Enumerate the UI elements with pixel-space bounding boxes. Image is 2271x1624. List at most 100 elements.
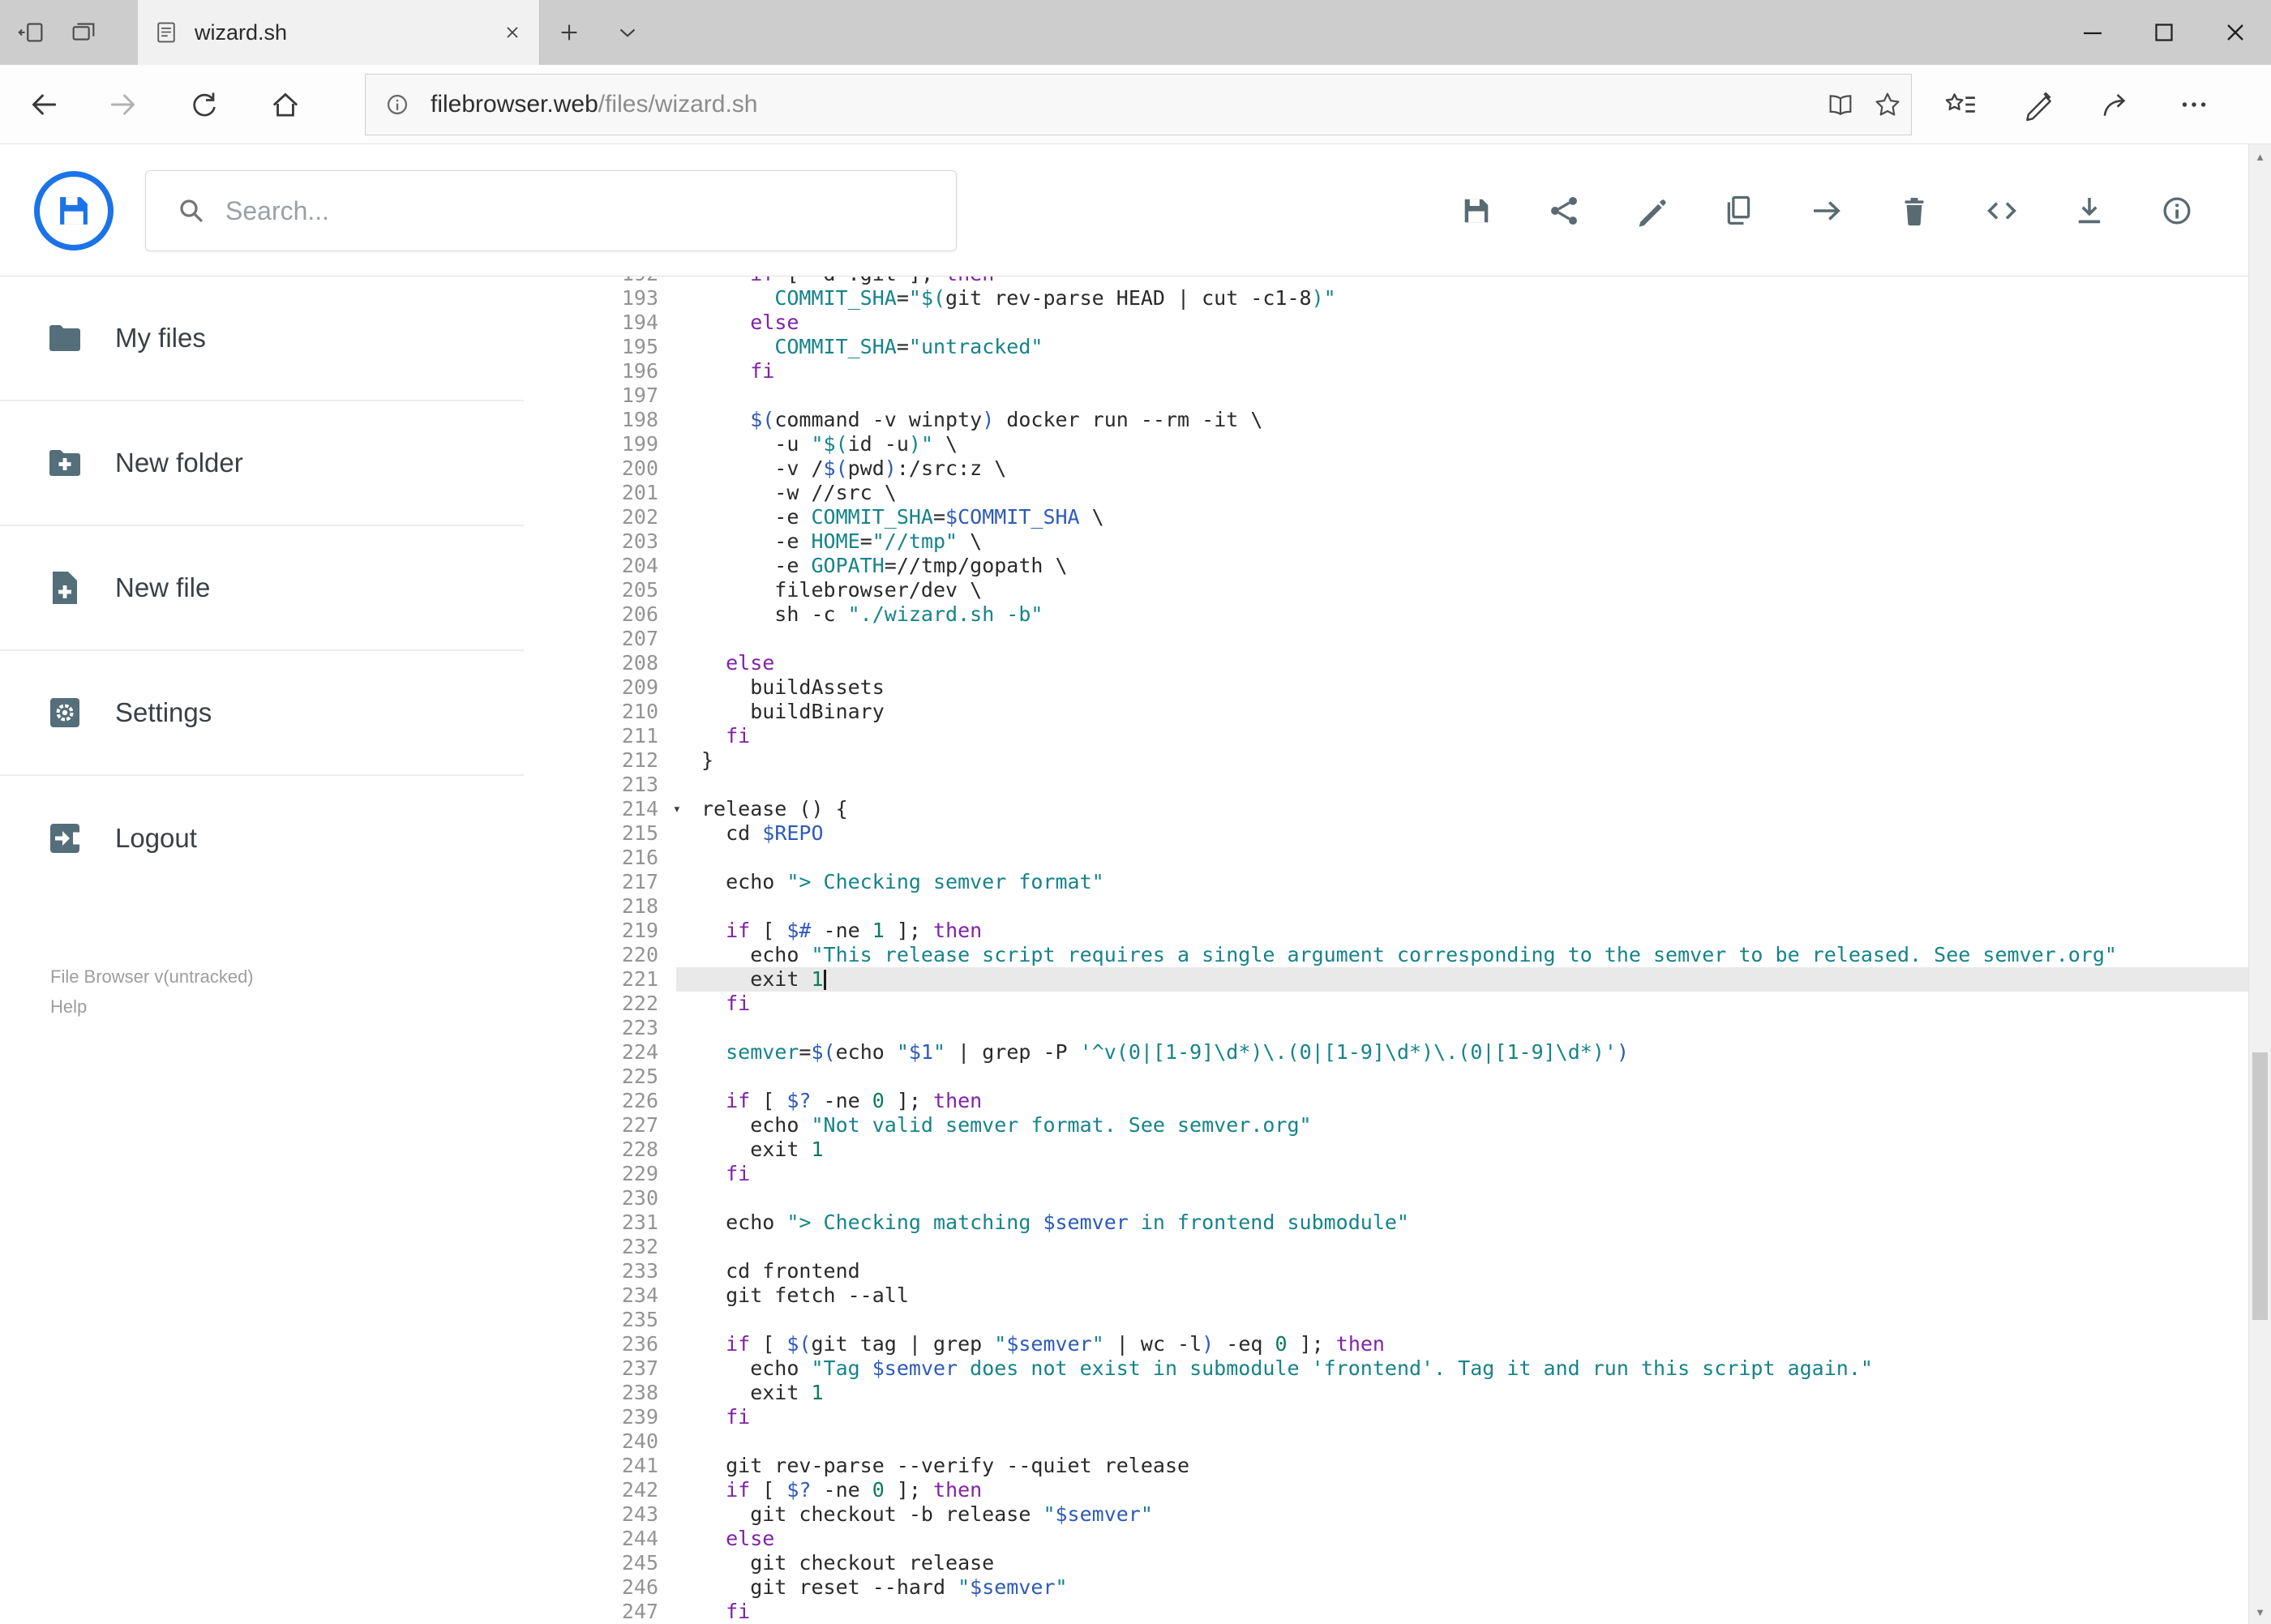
code-line-198[interactable]: $(command -v winpty) docker run --rm -it… xyxy=(676,408,2248,432)
share-page-icon[interactable] xyxy=(2087,75,2145,134)
code-line-225[interactable] xyxy=(676,1065,2248,1089)
code-line-229[interactable]: fi xyxy=(676,1162,2248,1186)
code-editor[interactable]: 1921931941951961971981992002012022032042… xyxy=(524,276,2248,1624)
code-line-231[interactable]: echo "> Checking matching $semver in fro… xyxy=(676,1211,2248,1235)
refresh-button[interactable] xyxy=(174,76,231,133)
scroll-down-arrow[interactable]: ▼ xyxy=(2249,1600,2271,1624)
code-line-203[interactable]: -e HOME="//tmp" \ xyxy=(676,529,2248,554)
search-bar[interactable] xyxy=(145,170,957,251)
code-line-199[interactable]: -u "$(id -u)" \ xyxy=(676,432,2248,456)
annotate-pen-icon[interactable] xyxy=(2009,75,2067,134)
code-line-213[interactable] xyxy=(676,773,2248,797)
reading-view-icon[interactable] xyxy=(1817,89,1864,120)
page-scrollbar[interactable]: ▲ ▼ xyxy=(2248,144,2271,1624)
code-line-208[interactable]: else xyxy=(676,651,2248,675)
tab-list-chevron-icon[interactable] xyxy=(598,0,657,65)
code-line-247[interactable]: fi xyxy=(676,1600,2248,1624)
code-line-205[interactable]: filebrowser/dev \ xyxy=(676,578,2248,602)
sidebar-item-new-folder[interactable]: New folder xyxy=(0,401,524,526)
maximize-button[interactable] xyxy=(2128,0,2200,65)
code-line-224[interactable]: semver=$(echo "$1" | grep -P '^v(0|[1-9]… xyxy=(676,1040,2248,1065)
copy-button[interactable] xyxy=(1721,193,1757,229)
sidebar-item-settings[interactable]: Settings xyxy=(0,651,524,776)
back-button[interactable] xyxy=(15,76,72,133)
tab-close-icon[interactable] xyxy=(500,20,525,45)
code-line-220[interactable]: echo "This release script requires a sin… xyxy=(676,943,2248,967)
browser-tab[interactable]: wizard.sh xyxy=(138,0,540,65)
forward-button[interactable] xyxy=(95,76,152,133)
close-button[interactable] xyxy=(2200,0,2271,65)
code-line-196[interactable]: fi xyxy=(676,359,2248,384)
code-line-202[interactable]: -e COMMIT_SHA=$COMMIT_SHA \ xyxy=(676,505,2248,529)
minimize-button[interactable] xyxy=(2057,0,2128,65)
filebrowser-logo-icon[interactable] xyxy=(34,171,114,251)
sidebar-item-my-files[interactable]: My files xyxy=(0,276,524,401)
code-line-192[interactable]: if [ -d .git ]; then xyxy=(676,276,2248,286)
delete-button[interactable] xyxy=(1896,193,1932,229)
code-line-194[interactable]: else xyxy=(676,311,2248,335)
new-tab-button[interactable] xyxy=(540,0,598,65)
code-line-244[interactable]: else xyxy=(676,1527,2248,1551)
code-line-204[interactable]: -e GOPATH=//tmp/gopath \ xyxy=(676,554,2248,578)
code-line-242[interactable]: if [ $? -ne 0 ]; then xyxy=(676,1478,2248,1502)
code-line-200[interactable]: -v /$(pwd):/src:z \ xyxy=(676,456,2248,481)
code-line-232[interactable] xyxy=(676,1235,2248,1259)
code-line-219[interactable]: if [ $# -ne 1 ]; then xyxy=(676,919,2248,943)
code-line-245[interactable]: git checkout release xyxy=(676,1551,2248,1575)
raw-view-button[interactable] xyxy=(1984,193,2020,229)
code-line-211[interactable]: fi xyxy=(676,724,2248,748)
code-line-241[interactable]: git rev-parse --verify --quiet release xyxy=(676,1454,2248,1478)
save-button[interactable] xyxy=(1459,193,1494,229)
code-line-221[interactable]: exit 1 xyxy=(676,967,2248,992)
rename-button[interactable] xyxy=(1634,193,1669,229)
code-line-246[interactable]: git reset --hard "$semver" xyxy=(676,1575,2248,1600)
home-button[interactable] xyxy=(257,76,314,133)
hub-favorites-icon[interactable] xyxy=(1931,75,1990,134)
scroll-up-arrow[interactable]: ▲ xyxy=(2249,144,2271,169)
info-button[interactable] xyxy=(2159,193,2195,229)
search-input[interactable] xyxy=(225,195,940,226)
share-button[interactable] xyxy=(1546,193,1582,229)
code-line-230[interactable] xyxy=(676,1186,2248,1211)
move-button[interactable] xyxy=(1809,193,1845,229)
code-line-210[interactable]: buildBinary xyxy=(676,700,2248,724)
code-line-223[interactable] xyxy=(676,1016,2248,1040)
code-line-201[interactable]: -w //src \ xyxy=(676,481,2248,505)
code-line-216[interactable] xyxy=(676,846,2248,870)
code-line-214[interactable]: release () { xyxy=(676,797,2248,821)
code-line-212[interactable]: } xyxy=(676,748,2248,773)
code-line-240[interactable] xyxy=(676,1429,2248,1454)
code-line-193[interactable]: COMMIT_SHA="$(git rev-parse HEAD | cut -… xyxy=(676,286,2248,311)
code-line-217[interactable]: echo "> Checking semver format" xyxy=(676,870,2248,894)
code-line-233[interactable]: cd frontend xyxy=(676,1259,2248,1283)
page-info-icon[interactable] xyxy=(374,89,421,120)
sidebar-item-new-file[interactable]: New file xyxy=(0,526,524,651)
code-line-222[interactable]: fi xyxy=(676,992,2248,1016)
download-button[interactable] xyxy=(2072,193,2107,229)
tabs-set-aside-icon[interactable] xyxy=(11,8,52,57)
code-line-195[interactable]: COMMIT_SHA="untracked" xyxy=(676,335,2248,359)
code-line-215[interactable]: cd $REPO xyxy=(676,821,2248,846)
code-line-234[interactable]: git fetch --all xyxy=(676,1283,2248,1308)
code-line-207[interactable] xyxy=(676,627,2248,651)
more-menu-icon[interactable] xyxy=(2165,75,2223,134)
code-line-235[interactable] xyxy=(676,1308,2248,1332)
code-line-197[interactable] xyxy=(676,384,2248,408)
favorite-star-icon[interactable] xyxy=(1864,89,1911,120)
scrollbar-thumb[interactable] xyxy=(2252,1052,2268,1320)
code-line-243[interactable]: git checkout -b release "$semver" xyxy=(676,1502,2248,1527)
code-line-227[interactable]: echo "Not valid semver format. See semve… xyxy=(676,1113,2248,1138)
code-line-209[interactable]: buildAssets xyxy=(676,675,2248,700)
code-line-218[interactable] xyxy=(676,894,2248,919)
code-line-226[interactable]: if [ $? -ne 0 ]; then xyxy=(676,1089,2248,1113)
address-bar[interactable]: filebrowser.web/files/wizard.sh xyxy=(365,73,1912,135)
tab-preview-icon[interactable] xyxy=(63,8,104,57)
code-line-236[interactable]: if [ $(git tag | grep "$semver" | wc -l)… xyxy=(676,1332,2248,1356)
help-link[interactable]: Help xyxy=(50,992,254,1022)
code-line-237[interactable]: echo "Tag $semver does not exist in subm… xyxy=(676,1356,2248,1381)
code-line-206[interactable]: sh -c "./wizard.sh -b" xyxy=(676,602,2248,627)
code-line-238[interactable]: exit 1 xyxy=(676,1381,2248,1405)
sidebar-item-logout[interactable]: Logout xyxy=(0,776,524,901)
code-line-228[interactable]: exit 1 xyxy=(676,1138,2248,1162)
code-line-239[interactable]: fi xyxy=(676,1405,2248,1429)
